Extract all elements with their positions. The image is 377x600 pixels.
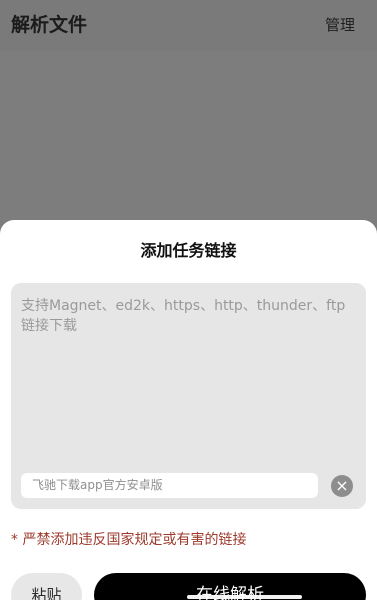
page-title: 解析文件 — [11, 14, 88, 36]
sheet-title: 添加任务链接 — [140, 241, 237, 260]
manage-button[interactable]: 管理 — [325, 15, 355, 35]
link-textarea[interactable]: 支持Magnet、ed2k、https、http、thunder、ftp链接下载… — [11, 283, 366, 509]
top-bar: 解析文件 管理 — [0, 0, 377, 51]
add-link-sheet: 添加任务链接 支持Magnet、ed2k、https、http、thunder、… — [0, 220, 377, 600]
suggestion-input[interactable]: 飞驰下载app官方安卓版 — [21, 473, 318, 498]
suggestion-text: 飞驰下载app官方安卓版 — [32, 478, 163, 492]
home-indicator — [187, 595, 302, 599]
paste-button[interactable]: 粘贴 — [11, 573, 82, 600]
clear-icon[interactable]: × — [331, 475, 353, 497]
dimmed-overlay[interactable] — [0, 51, 377, 220]
textarea-placeholder: 支持Magnet、ed2k、https、http、thunder、ftp链接下载 — [21, 298, 346, 334]
warning-text: * 严禁添加违反国家规定或有害的链接 — [11, 532, 247, 548]
